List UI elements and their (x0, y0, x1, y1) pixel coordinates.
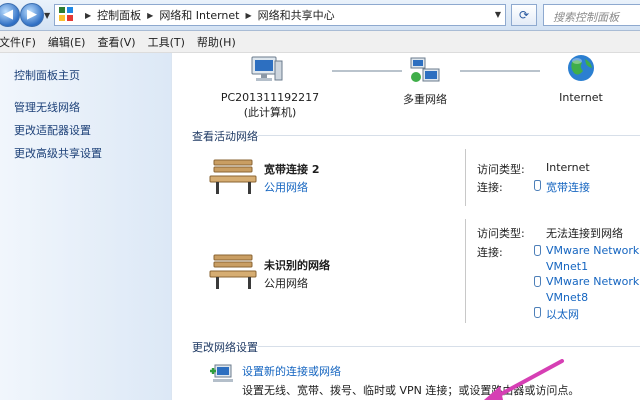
computer-icon (251, 56, 283, 81)
back-button[interactable]: ◀ (0, 3, 20, 27)
section-divider (258, 135, 640, 136)
connections-label: 连接: (477, 246, 503, 259)
change-settings-title: 更改网络设置 (192, 341, 258, 354)
connection-link-vmnet1[interactable]: VMware Network (546, 244, 639, 257)
connection-link-ethernet[interactable]: 以太网 (546, 306, 579, 322)
computer-node: PC201311192217 (此计算机) (210, 91, 330, 120)
chevron-right-icon[interactable]: ▶ (246, 11, 252, 20)
chevron-right-icon[interactable]: ▶ (85, 11, 91, 20)
connection-link-vmnet8-sub[interactable]: VMnet8 (546, 291, 588, 304)
connection-link-vmnet8[interactable]: VMware Network (546, 275, 639, 288)
connection-line (332, 70, 402, 72)
chevron-right-icon[interactable]: ▶ (147, 11, 153, 20)
access-type-value: 无法连接到网络 (546, 227, 623, 240)
vertical-divider (465, 149, 466, 206)
bench-icon (209, 159, 257, 194)
connection-link-vmnet1-sub[interactable]: VMnet1 (546, 260, 588, 273)
menu-view[interactable]: 查看(V) (91, 34, 141, 50)
breadcrumb-control-panel[interactable]: 控制面板 (97, 7, 141, 23)
refresh-button[interactable]: ⟳ (511, 4, 537, 26)
menu-edit[interactable]: 编辑(E) (42, 34, 92, 50)
internet-label: Internet (559, 91, 603, 104)
adapter-icon (534, 307, 541, 318)
active-networks-title: 查看活动网络 (192, 130, 258, 143)
computer-subtitle: (此计算机) (243, 106, 297, 119)
network-1-name: 宽带连接 2 (264, 163, 320, 176)
network-2-name: 未识别的网络 (264, 259, 330, 272)
section-divider (258, 346, 640, 347)
sidebar-item-control-panel-home[interactable]: 控制面板主页 (14, 67, 80, 83)
computer-name: PC201311192217 (220, 91, 320, 104)
breadcrumb-network-sharing-center[interactable]: 网络和共享中心 (258, 7, 335, 23)
access-type-label: 访问类型: (477, 227, 525, 240)
annotation-arrow (484, 359, 564, 400)
multiple-networks-icon (410, 57, 440, 82)
search-input[interactable]: 搜索控制面板 (543, 4, 640, 26)
network-1-type-link[interactable]: 公用网络 (264, 179, 308, 195)
connection-line (460, 70, 540, 72)
multiple-networks-label: 多重网络 (403, 93, 447, 106)
bench-icon (209, 254, 257, 289)
sidebar-item-adapter-settings[interactable]: 更改适配器设置 (14, 122, 91, 138)
setup-new-connection-link[interactable]: 设置新的连接或网络 (242, 363, 341, 379)
address-toolbar: ◀ ▶ ▼ ▶ 控制面板 ▶ 网络和 Internet ▶ 网络和共享中心 ▼ ⟳ … (0, 0, 640, 31)
sidebar-item-advanced-sharing[interactable]: 更改高级共享设置 (14, 145, 102, 161)
recent-pages-dropdown[interactable]: ▼ (44, 11, 50, 20)
forward-button[interactable]: ▶ (20, 3, 44, 27)
menu-tools[interactable]: 工具(T) (142, 34, 191, 50)
vertical-divider (465, 219, 466, 323)
network-2-type: 公用网络 (264, 277, 308, 290)
access-type-label: 访问类型: (477, 163, 525, 176)
menu-help[interactable]: 帮助(H) (191, 34, 242, 50)
address-box[interactable]: ▶ 控制面板 ▶ 网络和 Internet ▶ 网络和共享中心 ▼ (54, 4, 506, 26)
adapter-icon (534, 245, 541, 256)
adapter-icon (534, 180, 541, 191)
menu-file[interactable]: 文件(F) (0, 34, 42, 50)
access-type-value: Internet (546, 161, 590, 174)
adapter-icon (534, 276, 541, 287)
address-dropdown-icon[interactable]: ▼ (495, 10, 501, 19)
main-content: PC201311192217 (此计算机) 多重网络 Internet 查看活动… (172, 53, 640, 400)
connection-link-broadband[interactable]: 宽带连接 (546, 179, 590, 195)
sidebar-item-manage-wireless[interactable]: 管理无线网络 (14, 99, 80, 115)
control-panel-icon (59, 7, 75, 23)
connections-label: 连接: (477, 181, 503, 194)
breadcrumb-network-internet[interactable]: 网络和 Internet (159, 7, 239, 23)
new-connection-icon (210, 364, 233, 382)
internet-globe-icon (568, 55, 594, 81)
menu-bar: 文件(F) 编辑(E) 查看(V) 工具(T) 帮助(H) (0, 31, 640, 53)
sidebar: 控制面板主页 管理无线网络 更改适配器设置 更改高级共享设置 (0, 53, 172, 400)
